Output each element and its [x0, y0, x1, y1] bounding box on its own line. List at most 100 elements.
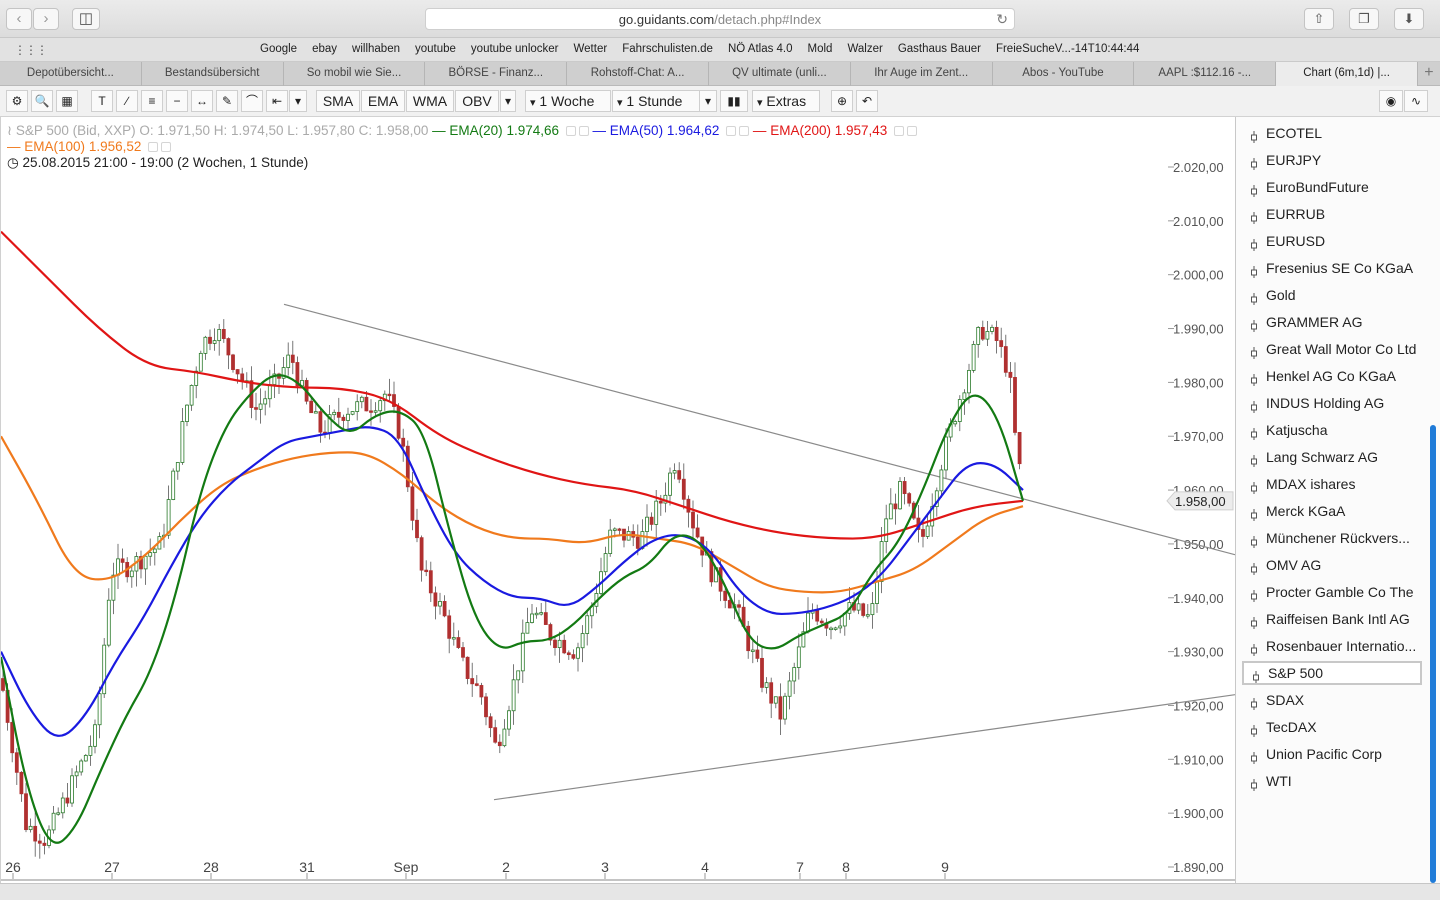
watchlist-item[interactable]: EURRUB: [1242, 202, 1422, 226]
watchlist-item[interactable]: ECOTEL: [1242, 121, 1422, 145]
bookmark-item[interactable]: Wetter: [574, 43, 608, 55]
search-icon[interactable]: 🔍: [31, 90, 53, 112]
ema200-settings-icon[interactable]: [894, 126, 904, 136]
watchlist-item[interactable]: Rosenbauer Internatio...: [1242, 634, 1422, 658]
reload-icon[interactable]: ↻: [996, 9, 1008, 30]
ema50-remove-icon[interactable]: [739, 126, 749, 136]
watchlist-item[interactable]: GRAMMER AG: [1242, 310, 1422, 334]
browser-tab[interactable]: Chart (6m,1d) |...: [1276, 62, 1418, 86]
wma-button[interactable]: WMA: [406, 90, 454, 112]
ray-tool-icon[interactable]: ↔: [191, 90, 213, 112]
bookmark-item[interactable]: ebay: [312, 43, 337, 55]
hline-tool-icon[interactable]: −: [166, 90, 188, 112]
candlestick-type-icon[interactable]: ▮▮: [720, 90, 748, 112]
watchlist-item[interactable]: Union Pacific Corp: [1242, 742, 1422, 766]
trendline-lower[interactable]: [494, 695, 1235, 800]
ema100-settings-icon[interactable]: [148, 142, 158, 152]
watchlist-item[interactable]: Münchener Rückvers...: [1242, 526, 1422, 550]
watchlist-item[interactable]: Merck KGaA: [1242, 499, 1422, 523]
text-tool-icon[interactable]: T: [91, 90, 113, 112]
browser-tab[interactable]: BÖRSE - Finanz...: [425, 62, 567, 86]
bookmark-item[interactable]: Gasthaus Bauer: [898, 43, 981, 55]
pencil-tool-icon[interactable]: ✎: [216, 90, 238, 112]
arc-tool-icon[interactable]: ⌒: [241, 90, 263, 112]
indicator-chevron-icon[interactable]: ▾: [500, 90, 516, 112]
ema50-settings-icon[interactable]: [726, 126, 736, 136]
downloads-icon[interactable]: ⬇: [1394, 8, 1424, 30]
browser-tab[interactable]: Depotübersicht...: [0, 62, 142, 86]
watchlist-item[interactable]: WTI: [1242, 769, 1422, 793]
watchlist-item[interactable]: Raiffeisen Bank Intl AG: [1242, 607, 1422, 631]
bookmark-item[interactable]: Walzer: [847, 43, 882, 55]
bookmark-item[interactable]: FreieSucheV...-14T10:44:44: [996, 43, 1139, 55]
bookmarks-grid-icon[interactable]: ⋮⋮⋮: [14, 43, 47, 57]
ema100-remove-icon[interactable]: [161, 142, 171, 152]
chart-panel[interactable]: 2.020,002.010,002.000,001.990,001.980,00…: [0, 117, 1235, 883]
watchlist-item[interactable]: EURUSD: [1242, 229, 1422, 253]
watchlist-item[interactable]: OMV AG: [1242, 553, 1422, 577]
bookmark-item[interactable]: Mold: [808, 43, 833, 55]
browser-tab[interactable]: Rohstoff-Chat: A...: [567, 62, 709, 86]
trendline-upper[interactable]: [284, 304, 1235, 554]
watchlist-item[interactable]: Gold: [1242, 283, 1422, 307]
bookmark-item[interactable]: youtube: [415, 43, 456, 55]
ema100-line[interactable]: [1, 436, 1023, 592]
bookmark-item[interactable]: youtube unlocker: [471, 43, 559, 55]
watchlist-scrollbar[interactable]: [1430, 425, 1436, 883]
bookmark-item[interactable]: Google: [260, 43, 297, 55]
more-tools-chevron-icon[interactable]: ▾: [289, 90, 307, 112]
back-button[interactable]: ‹: [6, 8, 32, 30]
watchlist-item[interactable]: Lang Schwarz AG: [1242, 445, 1422, 469]
watchlist-toggle-icon[interactable]: ∿: [1404, 90, 1428, 112]
undo-icon[interactable]: ↶: [856, 90, 878, 112]
watchlist-item[interactable]: EuroBundFuture: [1242, 175, 1422, 199]
watchlist-item[interactable]: Katjuscha: [1242, 418, 1422, 442]
bookmark-item[interactable]: Fahrschulisten.de: [622, 43, 713, 55]
forward-button[interactable]: ›: [33, 8, 59, 30]
extras-menu[interactable]: ▾ Extras: [752, 90, 820, 112]
watchlist-item[interactable]: EURJPY: [1242, 148, 1422, 172]
fibonacci-tool-icon[interactable]: ≡: [141, 90, 163, 112]
browser-tab[interactable]: Ihr Auge im Zent...: [851, 62, 993, 86]
watchlist-item[interactable]: MDAX ishares: [1242, 472, 1422, 496]
ema200-remove-icon[interactable]: [907, 126, 917, 136]
browser-tab[interactable]: AAPL :$112.16 -...: [1134, 62, 1276, 86]
ema20-line[interactable]: [1, 375, 1023, 843]
watchlist-item[interactable]: Great Wall Motor Co Ltd: [1242, 337, 1422, 361]
ema-button[interactable]: EMA: [361, 90, 405, 112]
address-bar[interactable]: go.guidants.com/detach.php#Index ↻: [425, 8, 1015, 30]
watchlist-item[interactable]: INDUS Holding AG: [1242, 391, 1422, 415]
candle-icon: [1251, 477, 1257, 489]
layout-options-icon[interactable]: ◉: [1379, 90, 1403, 112]
tabs-overview-icon[interactable]: ❐: [1349, 8, 1379, 30]
watchlist-item[interactable]: Procter Gamble Co The: [1242, 580, 1422, 604]
sma-button[interactable]: SMA: [316, 90, 360, 112]
interval-more-chevron-icon[interactable]: ▾: [699, 90, 717, 112]
price-chart[interactable]: 2.020,002.010,002.000,001.990,001.980,00…: [1, 117, 1235, 883]
watchlist-item[interactable]: SDAX: [1242, 688, 1422, 712]
interval-select[interactable]: ▾ 1 Stunde: [612, 90, 700, 112]
grid-icon[interactable]: ▦: [56, 90, 78, 112]
share-icon[interactable]: ⇧: [1304, 8, 1334, 30]
watchlist-item[interactable]: Fresenius SE Co KGaA: [1242, 256, 1422, 280]
ema200-line[interactable]: [1, 232, 1023, 539]
zoom-icon[interactable]: ⊕: [831, 90, 853, 112]
watchlist-item[interactable]: Henkel AG Co KGaA: [1242, 364, 1422, 388]
browser-tab[interactable]: QV ultimate (unli...: [709, 62, 851, 86]
ema20-settings-icon[interactable]: [566, 126, 576, 136]
obv-button[interactable]: OBV: [455, 90, 499, 112]
measure-tool-icon[interactable]: ⇤: [266, 90, 288, 112]
browser-tab[interactable]: Bestandsübersicht: [142, 62, 284, 86]
settings-icon[interactable]: ⚙: [6, 90, 28, 112]
browser-tab[interactable]: Abos - YouTube: [993, 62, 1135, 86]
ema20-remove-icon[interactable]: [579, 126, 589, 136]
watchlist-item[interactable]: TecDAX: [1242, 715, 1422, 739]
bookmark-item[interactable]: willhaben: [352, 43, 400, 55]
browser-tab[interactable]: So mobil wie Sie...: [284, 62, 426, 86]
sidebar-toggle-icon[interactable]: ◫: [72, 8, 100, 30]
watchlist-item[interactable]: S&P 500: [1242, 661, 1422, 685]
bookmark-item[interactable]: NÖ Atlas 4.0: [728, 43, 793, 55]
new-tab-icon[interactable]: +: [1418, 62, 1440, 85]
line-tool-icon[interactable]: ∕: [116, 90, 138, 112]
period-select[interactable]: ▾ 1 Woche: [525, 90, 611, 112]
